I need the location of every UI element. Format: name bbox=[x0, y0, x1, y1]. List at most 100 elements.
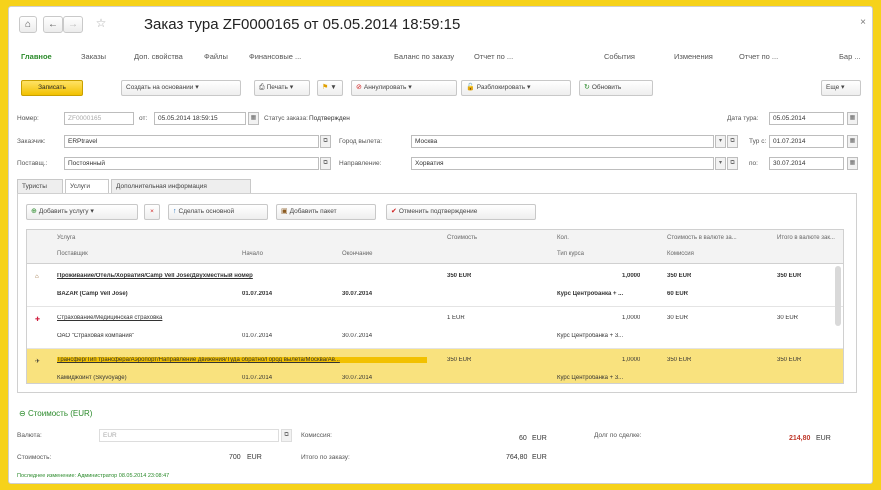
col-rate[interactable]: Тип курса bbox=[557, 251, 584, 257]
dropdown-icon[interactable]: ▾ bbox=[715, 157, 726, 170]
col-service[interactable]: Услуга bbox=[57, 235, 75, 241]
annul-button[interactable]: ⊘ Аннулировать ▾ bbox=[351, 80, 457, 96]
row-service[interactable]: Трансфер/Тип трансфера/Аэропорт/Направле… bbox=[57, 357, 427, 363]
direction-field[interactable]: Хорватия bbox=[411, 157, 714, 170]
col-commission[interactable]: Комиссия bbox=[667, 251, 694, 257]
forward-button[interactable]: → bbox=[63, 16, 83, 33]
plus-icon: ⊕ bbox=[31, 208, 37, 215]
date-field[interactable]: 05.05.2014 18:59:15 bbox=[154, 112, 246, 125]
tour-from-field[interactable]: 01.07.2014 bbox=[769, 135, 844, 148]
tab-more[interactable]: Бар ... bbox=[839, 52, 861, 61]
tab-tourists[interactable]: Туристы bbox=[17, 179, 63, 193]
section-tabs: Главное Заказы Доп. свойства Файлы Финан… bbox=[9, 52, 872, 68]
tab-changes[interactable]: Изменения bbox=[674, 52, 713, 61]
row-service[interactable]: Проживание/Отель/Хорватия/Camp Vell Jose… bbox=[57, 273, 427, 279]
last-modified-text: Последнее изменение: Администратор 08.05… bbox=[17, 473, 170, 479]
tab-main[interactable]: Главное bbox=[21, 52, 52, 61]
table-row-selected[interactable]: ✈ Трансфер/Тип трансфера/Аэропорт/Направ… bbox=[27, 349, 843, 383]
col-count[interactable]: Кол. bbox=[557, 235, 569, 241]
cost-section-title: Стоимость (EUR) bbox=[27, 409, 93, 418]
tab-report-2[interactable]: Отчет по ... bbox=[739, 52, 778, 61]
debt-label: Долг по сделке: bbox=[594, 432, 642, 439]
tour-date-field[interactable]: 05.05.2014 bbox=[769, 112, 844, 125]
departure-field[interactable]: Москва bbox=[411, 135, 714, 148]
row-total: 350 EUR bbox=[777, 273, 802, 279]
tab-extra-props[interactable]: Доп. свойства bbox=[134, 52, 183, 61]
col-value-cur[interactable]: Стоимость в валюте за... bbox=[667, 235, 737, 241]
number-label: Номер: bbox=[17, 115, 39, 122]
calendar-icon[interactable]: ▦ bbox=[248, 112, 259, 125]
open-link-icon[interactable]: ⧉ bbox=[727, 157, 738, 170]
home-icon[interactable]: ⌂ bbox=[19, 16, 37, 33]
row-start: 01.07.2014 bbox=[242, 333, 273, 339]
table-row[interactable]: ⌂ Проживание/Отель/Хорватия/Camp Vell Jo… bbox=[27, 265, 843, 307]
dropdown-icon[interactable]: ▾ bbox=[715, 135, 726, 148]
tab-orders[interactable]: Заказы bbox=[81, 52, 106, 61]
row-value-cur: 350 EUR bbox=[667, 273, 692, 279]
print-label: Печать bbox=[266, 84, 288, 91]
back-button[interactable]: ← bbox=[43, 16, 63, 33]
chevron-down-icon: ▾ bbox=[841, 84, 845, 91]
tab-events[interactable]: События bbox=[604, 52, 635, 61]
favorite-star-icon[interactable]: ☆ bbox=[93, 16, 109, 33]
add-service-button[interactable]: ⊕ Добавить услугу ▾ bbox=[26, 204, 138, 220]
make-main-button[interactable]: ↑ Сделать основной bbox=[168, 204, 268, 220]
col-start[interactable]: Начало bbox=[242, 251, 263, 257]
col-supplier[interactable]: Поставщик bbox=[57, 251, 88, 257]
row-total: 30 EUR bbox=[777, 315, 799, 321]
flag-button[interactable]: ⚑ ▼ bbox=[317, 80, 343, 96]
total-label: Итого по заказу: bbox=[301, 454, 350, 461]
row-start: 01.07.2014 bbox=[242, 375, 273, 381]
row-service[interactable]: Страхование/Медицинская страховка bbox=[57, 315, 427, 321]
row-end: 30.07.2014 bbox=[342, 333, 373, 339]
chevron-down-icon: ▾ bbox=[408, 84, 412, 91]
hotel-icon: ⌂ bbox=[35, 274, 39, 280]
refresh-button[interactable]: ↻ Обновить bbox=[579, 80, 653, 96]
tab-report-1[interactable]: Отчет по ... bbox=[474, 52, 513, 61]
to-field[interactable]: 30.07.2014 bbox=[769, 157, 844, 170]
cancel-confirm-button[interactable]: ✔ Отменить подтверждение bbox=[386, 204, 536, 220]
number-field[interactable]: ZF0000165 bbox=[64, 112, 134, 125]
chevron-down-icon: ▾ bbox=[195, 84, 199, 91]
row-supplier: ОАО "Страховая компания" bbox=[57, 333, 135, 339]
open-link-icon[interactable]: ⧉ bbox=[727, 135, 738, 148]
table-row[interactable]: ✚ Страхование/Медицинская страховка ОАО … bbox=[27, 307, 843, 349]
close-icon[interactable]: × bbox=[860, 17, 866, 28]
create-based-on-button[interactable]: Создать на основании ▾ bbox=[121, 80, 241, 96]
open-link-icon[interactable]: ⧉ bbox=[320, 157, 331, 170]
delete-button[interactable]: × bbox=[144, 204, 160, 220]
calendar-icon[interactable]: ▦ bbox=[847, 135, 858, 148]
row-end: 30.07.2014 bbox=[342, 291, 373, 297]
row-count: 1,0000 bbox=[622, 273, 641, 279]
annul-icon: ⊘ bbox=[356, 84, 362, 91]
calendar-icon[interactable]: ▦ bbox=[847, 157, 858, 170]
currency-field[interactable]: EUR bbox=[99, 429, 279, 442]
medical-icon: ✚ bbox=[35, 317, 41, 323]
tab-financial[interactable]: Финансовые ... bbox=[249, 52, 301, 61]
calendar-icon[interactable]: ▦ bbox=[847, 112, 858, 125]
chevron-down-icon: ▾ bbox=[289, 84, 294, 91]
tab-files[interactable]: Файлы bbox=[204, 52, 228, 61]
open-link-icon[interactable]: ⧉ bbox=[281, 429, 292, 442]
vertical-scrollbar[interactable] bbox=[835, 266, 841, 326]
customer-field[interactable]: ERPtravel bbox=[64, 135, 319, 148]
unblock-button[interactable]: 🔓 Разблокировать ▾ bbox=[461, 80, 571, 96]
tab-balance[interactable]: Баланс по заказу bbox=[394, 52, 454, 61]
partner-field[interactable]: Постоянный bbox=[64, 157, 319, 170]
row-count: 1,0000 bbox=[622, 357, 641, 363]
debt-value: 214,80 bbox=[789, 435, 811, 442]
col-end[interactable]: Окончание bbox=[342, 251, 372, 257]
tab-services[interactable]: Услуги bbox=[65, 179, 109, 194]
tab-additional-info[interactable]: Дополнительная информация bbox=[111, 179, 251, 193]
col-total-cur[interactable]: Итого в валюте зак... bbox=[777, 235, 835, 241]
save-button[interactable]: Записать bbox=[21, 80, 83, 96]
cost-section-toggle[interactable]: ⊖ Стоимость (EUR) bbox=[19, 409, 92, 418]
open-link-icon[interactable]: ⧉ bbox=[320, 135, 331, 148]
add-package-button[interactable]: ▣ Добавить пакет bbox=[276, 204, 376, 220]
status-value: Подтвержден bbox=[309, 115, 350, 122]
more-button[interactable]: Еще ▾ bbox=[821, 80, 861, 96]
more-label: Еще bbox=[826, 84, 840, 91]
annul-label: Аннулировать bbox=[363, 84, 407, 91]
col-cost[interactable]: Стоимость bbox=[447, 235, 477, 241]
print-button[interactable]: ⎙ Печать ▾ bbox=[254, 80, 310, 96]
